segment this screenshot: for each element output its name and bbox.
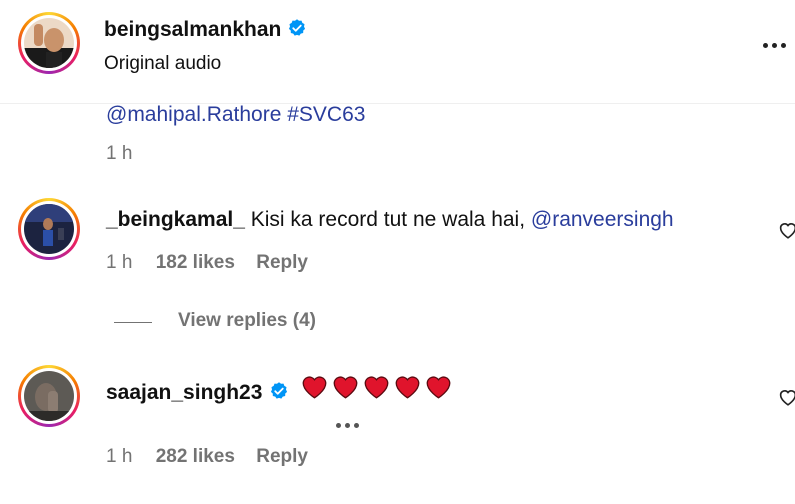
- post-audio-label[interactable]: Original audio: [104, 53, 221, 75]
- more-options-icon[interactable]: [763, 43, 786, 48]
- caption-time: 1 h: [106, 143, 133, 164]
- reply-button[interactable]: Reply: [256, 446, 308, 467]
- comment-body: _beingkamal_ Kisi ka record tut ne wala …: [106, 208, 674, 232]
- comment-text: Kisi ka record tut ne wala hai,: [250, 208, 531, 231]
- verified-badge-icon: [270, 382, 287, 399]
- comment-username[interactable]: saajan_singh23: [106, 381, 262, 404]
- post-author-username[interactable]: beingsalmankhan: [104, 18, 307, 42]
- red-heart-icon: [302, 376, 327, 399]
- red-heart-icon: [395, 376, 420, 399]
- reply-button[interactable]: Reply: [256, 252, 308, 273]
- comment-meta: 1 h 282 likes Reply: [106, 446, 308, 468]
- red-heart-icon: [333, 376, 358, 399]
- post-author-avatar[interactable]: [18, 12, 80, 74]
- comment-hearts: [301, 376, 456, 403]
- comment-time: 1 h: [106, 252, 133, 273]
- comment-avatar[interactable]: [18, 198, 80, 260]
- comment-meta: 1 h 182 likes Reply: [106, 252, 308, 274]
- comment-body: saajan_singh23: [106, 374, 456, 405]
- caption-text[interactable]: @mahipal.Rathore #SVC63: [106, 103, 365, 127]
- comment-avatar[interactable]: [18, 365, 80, 427]
- red-heart-icon: [364, 376, 389, 399]
- more-text-icon[interactable]: [336, 423, 359, 428]
- red-heart-icon: [426, 376, 451, 399]
- view-replies-button[interactable]: View replies (4): [178, 310, 316, 332]
- replies-divider-line: [114, 322, 152, 323]
- comment-username[interactable]: _beingkamal_: [106, 208, 245, 231]
- comment-likes[interactable]: 282 likes: [156, 446, 235, 467]
- comment-mention[interactable]: @ranveersingh: [531, 208, 674, 231]
- comment-likes[interactable]: 182 likes: [156, 252, 235, 273]
- comment-time: 1 h: [106, 446, 133, 467]
- like-heart-icon[interactable]: [778, 388, 795, 406]
- like-heart-icon[interactable]: [778, 221, 795, 239]
- verified-badge-icon: [289, 19, 306, 36]
